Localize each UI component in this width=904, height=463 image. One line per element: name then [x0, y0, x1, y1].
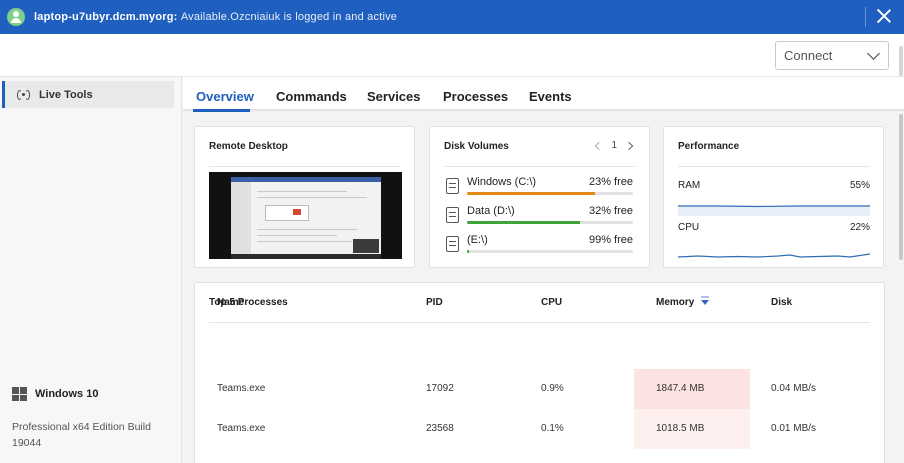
chevron-down-icon	[867, 47, 880, 60]
live-tools-icon	[17, 89, 30, 100]
cell-name: Teams.exe	[217, 383, 266, 394]
top-toolbar: Connect	[0, 34, 904, 77]
cell-pid: 17092	[426, 383, 454, 394]
os-name: Windows 10	[35, 388, 99, 400]
banner-message: laptop-u7ubyr.dcm.myorg: Available.Ozcni…	[34, 11, 397, 23]
cell-cpu: 0.9%	[541, 383, 564, 394]
chevron-left-icon[interactable]	[595, 141, 604, 150]
os-info: Windows 10 Professional x64 Edition Buil…	[12, 387, 172, 451]
storage-icon	[446, 236, 459, 252]
column-header-pid[interactable]: PID	[426, 297, 443, 308]
divider	[209, 166, 400, 167]
user-status-icon	[7, 8, 25, 26]
windows-logo-icon	[12, 387, 27, 401]
scrollbar-thumb[interactable]	[899, 114, 903, 260]
tab-processes[interactable]: Processes	[443, 89, 508, 104]
disk-volume[interactable]: (E:\) 99% free	[446, 232, 633, 258]
chevron-right-icon[interactable]	[624, 141, 634, 150]
disk-volume[interactable]: Windows (C:\) 23% free	[446, 174, 633, 200]
tab-commands[interactable]: Commands	[276, 89, 347, 104]
tab-services[interactable]: Services	[367, 89, 421, 104]
disk-volume[interactable]: Data (D:\) 32% free	[446, 203, 633, 229]
volume-free: 99% free	[588, 234, 633, 246]
os-detail: Professional x64 Edition Build 19044	[12, 421, 151, 449]
tab-bar: Overview Commands Services Processes Eve…	[183, 77, 904, 112]
ram-sparkline	[678, 205, 870, 216]
metric-value: 55%	[849, 180, 870, 191]
volume-usage-bar	[467, 221, 633, 224]
remote-desktop-preview[interactable]	[209, 172, 402, 259]
performance-card: Performance RAM 55% CPU 22%	[663, 126, 884, 268]
cell-cpu: 0.1%	[541, 423, 564, 434]
card-title: Disk Volumes	[444, 141, 509, 152]
main-content: Overview Commands Services Processes Eve…	[183, 77, 904, 463]
remote-screen-thumbnail	[231, 177, 381, 259]
tab-events[interactable]: Events	[529, 89, 572, 104]
cell-memory: 1018.5 MB	[656, 423, 705, 434]
cell-memory: 1847.4 MB	[656, 383, 705, 394]
cell-disk: 0.01 MB/s	[771, 423, 817, 434]
volume-usage-bar	[467, 250, 633, 253]
column-header-memory[interactable]: Memory	[656, 296, 710, 308]
column-header-disk[interactable]: Disk	[771, 297, 792, 308]
sidebar-item-label: Live Tools	[39, 88, 93, 101]
table-row[interactable]: Teams.exe 17092 0.9% 1847.4 MB 0.04 MB/s	[195, 369, 859, 409]
divider	[678, 166, 869, 167]
column-header-cpu[interactable]: CPU	[541, 297, 562, 308]
banner-status: Available.Ozcniaiuk is logged in and act…	[180, 11, 398, 23]
connect-dropdown[interactable]: Connect	[775, 41, 889, 70]
volume-pager: 1	[595, 140, 634, 151]
sort-descending-icon	[701, 296, 710, 305]
cpu-sparkline	[678, 253, 870, 258]
table-row[interactable]: Teams.exe 23568 0.1% 1018.5 MB 0.01 MB/s	[195, 409, 859, 449]
volume-name: Windows (C:\)	[467, 176, 537, 188]
status-banner: laptop-u7ubyr.dcm.myorg: Available.Ozcni…	[0, 0, 904, 34]
metric-value: 22%	[849, 222, 870, 233]
banner-host: laptop-u7ubyr.dcm.myorg:	[34, 11, 178, 23]
metric-label: CPU	[678, 222, 700, 233]
column-header-label: Memory	[656, 297, 695, 308]
metric-label: RAM	[678, 180, 701, 191]
divider	[444, 166, 635, 167]
close-icon[interactable]	[876, 8, 892, 24]
connect-label: Connect	[784, 48, 833, 63]
cell-disk: 0.04 MB/s	[771, 383, 817, 394]
volume-free: 32% free	[588, 205, 633, 217]
disk-volumes-card: Disk Volumes 1 Windows (C:\) 23% free Data…	[429, 126, 650, 268]
tab-overview[interactable]: Overview	[196, 89, 254, 104]
storage-icon	[446, 178, 459, 194]
scrollbar-track-top[interactable]	[899, 46, 903, 76]
card-title: Performance	[678, 141, 740, 152]
cell-pid: 23568	[426, 423, 454, 434]
column-header-name[interactable]: Name	[217, 297, 244, 308]
remote-desktop-card: Remote Desktop	[194, 126, 415, 268]
volume-usage-fill	[467, 192, 595, 195]
page-number: 1	[611, 140, 617, 151]
volume-usage-bar	[467, 192, 633, 195]
card-title: Remote Desktop	[209, 141, 288, 152]
sidebar-item-live-tools[interactable]: Live Tools	[2, 81, 174, 108]
cell-name: Teams.exe	[217, 423, 266, 434]
divider	[209, 322, 870, 323]
volume-free: 23% free	[588, 176, 633, 188]
volume-usage-fill	[467, 221, 580, 224]
volume-usage-fill	[467, 250, 470, 253]
banner-divider	[865, 7, 866, 27]
active-tab-indicator	[193, 109, 250, 112]
sidebar: Live Tools Windows 10 Professional x64 E…	[0, 77, 182, 463]
storage-icon	[446, 207, 459, 223]
volume-name: (E:\)	[467, 234, 488, 246]
volume-name: Data (D:\)	[467, 205, 515, 217]
